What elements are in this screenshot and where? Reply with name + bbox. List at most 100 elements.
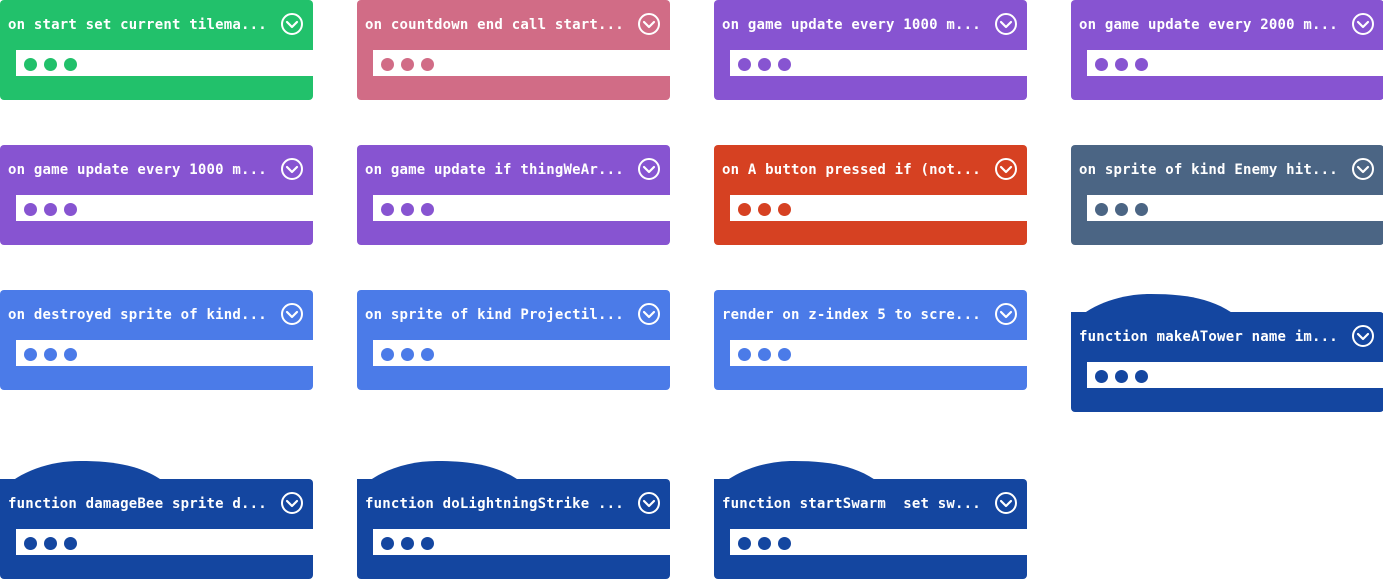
chevron-down-circle-icon[interactable] [1351,12,1375,36]
collapsed-statement-slot[interactable] [373,52,670,76]
chevron-down-circle-icon[interactable] [994,491,1018,515]
block-header[interactable]: on A button pressed if (not... [714,145,1027,195]
ellipsis-dots-icon[interactable] [381,348,394,361]
event-block[interactable]: function doLightningStrike ... [357,461,670,579]
event-block[interactable]: render on z-index 5 to scre... [714,290,1027,390]
chevron-down-circle-icon[interactable] [280,157,304,181]
ellipsis-dots-icon[interactable] [1115,203,1128,216]
ellipsis-dots-icon[interactable] [778,348,791,361]
chevron-down-circle-icon[interactable] [994,302,1018,326]
event-block[interactable]: on A button pressed if (not... [714,145,1027,245]
ellipsis-dots-icon[interactable] [421,58,434,71]
ellipsis-dots-icon[interactable] [738,58,751,71]
event-block[interactable]: on game update if thingWeAr... [357,145,670,245]
chevron-down-circle-icon[interactable] [637,302,661,326]
ellipsis-dots-icon[interactable] [758,537,771,550]
collapsed-statement-slot[interactable] [373,342,670,366]
chevron-down-circle-icon[interactable] [280,491,304,515]
ellipsis-dots-icon[interactable] [1135,58,1148,71]
ellipsis-dots-icon[interactable] [758,203,771,216]
ellipsis-dots-icon[interactable] [758,348,771,361]
ellipsis-dots-icon[interactable] [421,203,434,216]
ellipsis-dots-icon[interactable] [738,348,751,361]
event-block[interactable]: function startSwarm set sw... [714,461,1027,579]
ellipsis-dots-icon[interactable] [758,58,771,71]
block-header[interactable]: on countdown end call start... [357,0,670,50]
block-header[interactable]: on game update every 2000 m... [1071,0,1383,50]
ellipsis-dots-icon[interactable] [1115,370,1128,383]
ellipsis-dots-icon[interactable] [738,203,751,216]
event-block[interactable]: on sprite of kind Projectil... [357,290,670,390]
event-block[interactable]: on game update every 1000 m... [714,0,1027,100]
block-header[interactable]: function damageBee sprite d... [0,479,313,529]
block-header[interactable]: on sprite of kind Enemy hit... [1071,145,1383,195]
ellipsis-dots-icon[interactable] [1095,58,1108,71]
block-header[interactable]: on sprite of kind Projectil... [357,290,670,340]
ellipsis-dots-icon[interactable] [1135,370,1148,383]
collapsed-statement-slot[interactable] [730,52,1027,76]
collapsed-statement-slot[interactable] [373,531,670,555]
collapsed-statement-slot[interactable] [16,52,313,76]
ellipsis-dots-icon[interactable] [401,58,414,71]
ellipsis-dots-icon[interactable] [421,348,434,361]
ellipsis-dots-icon[interactable] [64,203,77,216]
chevron-down-circle-icon[interactable] [637,157,661,181]
ellipsis-dots-icon[interactable] [24,537,37,550]
chevron-down-circle-icon[interactable] [637,491,661,515]
event-block[interactable]: on sprite of kind Enemy hit... [1071,145,1383,245]
event-block[interactable]: on start set current tilema... [0,0,313,100]
block-header[interactable]: function makeATower name im... [1071,312,1383,362]
collapsed-statement-slot[interactable] [373,197,670,221]
collapsed-statement-slot[interactable] [730,197,1027,221]
collapsed-statement-slot[interactable] [16,531,313,555]
ellipsis-dots-icon[interactable] [401,203,414,216]
collapsed-statement-slot[interactable] [1087,364,1383,388]
chevron-down-circle-icon[interactable] [994,157,1018,181]
collapsed-statement-slot[interactable] [1087,52,1383,76]
ellipsis-dots-icon[interactable] [381,537,394,550]
block-header[interactable]: function startSwarm set sw... [714,479,1027,529]
ellipsis-dots-icon[interactable] [778,58,791,71]
collapsed-statement-slot[interactable] [16,342,313,366]
chevron-down-circle-icon[interactable] [280,302,304,326]
collapsed-statement-slot[interactable] [1087,197,1383,221]
chevron-down-circle-icon[interactable] [280,12,304,36]
ellipsis-dots-icon[interactable] [24,203,37,216]
chevron-down-circle-icon[interactable] [994,12,1018,36]
ellipsis-dots-icon[interactable] [1095,370,1108,383]
event-block[interactable]: on game update every 1000 m... [0,145,313,245]
block-header[interactable]: function doLightningStrike ... [357,479,670,529]
ellipsis-dots-icon[interactable] [24,58,37,71]
block-header[interactable]: render on z-index 5 to scre... [714,290,1027,340]
block-header[interactable]: on game update every 1000 m... [0,145,313,195]
ellipsis-dots-icon[interactable] [44,537,57,550]
block-header[interactable]: on destroyed sprite of kind... [0,290,313,340]
ellipsis-dots-icon[interactable] [401,348,414,361]
ellipsis-dots-icon[interactable] [381,58,394,71]
ellipsis-dots-icon[interactable] [44,348,57,361]
collapsed-statement-slot[interactable] [730,342,1027,366]
event-block[interactable]: function damageBee sprite d... [0,461,313,579]
ellipsis-dots-icon[interactable] [778,203,791,216]
ellipsis-dots-icon[interactable] [738,537,751,550]
ellipsis-dots-icon[interactable] [64,348,77,361]
block-header[interactable]: on start set current tilema... [0,0,313,50]
ellipsis-dots-icon[interactable] [1095,203,1108,216]
workspace-canvas[interactable]: on start set current tilema... on countdo… [0,0,1383,579]
ellipsis-dots-icon[interactable] [421,537,434,550]
ellipsis-dots-icon[interactable] [1115,58,1128,71]
ellipsis-dots-icon[interactable] [381,203,394,216]
chevron-down-circle-icon[interactable] [637,12,661,36]
ellipsis-dots-icon[interactable] [1135,203,1148,216]
event-block[interactable]: on destroyed sprite of kind... [0,290,313,390]
block-header[interactable]: on game update every 1000 m... [714,0,1027,50]
chevron-down-circle-icon[interactable] [1351,157,1375,181]
ellipsis-dots-icon[interactable] [24,348,37,361]
ellipsis-dots-icon[interactable] [778,537,791,550]
block-header[interactable]: on game update if thingWeAr... [357,145,670,195]
event-block[interactable]: on game update every 2000 m... [1071,0,1383,100]
chevron-down-circle-icon[interactable] [1351,324,1375,348]
ellipsis-dots-icon[interactable] [44,58,57,71]
event-block[interactable]: function makeATower name im... [1071,294,1383,412]
ellipsis-dots-icon[interactable] [401,537,414,550]
